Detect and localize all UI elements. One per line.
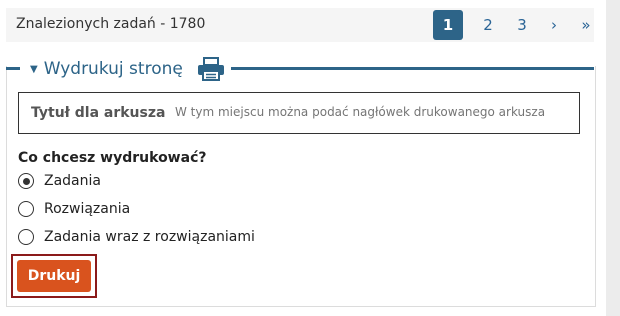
legend-line-left <box>6 67 20 70</box>
print-button[interactable]: Drukuj <box>17 260 91 292</box>
page-edge <box>606 0 620 316</box>
page-1-button[interactable]: 1 <box>433 10 463 40</box>
sheet-title-field: Tytuł dla arkusza <box>18 92 581 134</box>
caret-down-icon: ▼ <box>30 63 38 75</box>
sheet-title-label: Tytuł dla arkusza <box>31 105 166 121</box>
radio-option-zadania[interactable]: Zadania <box>18 173 101 189</box>
radio-button-checked[interactable] <box>18 173 34 189</box>
radio-button[interactable] <box>18 229 34 245</box>
radio-label: Zadania wraz z rozwiązaniami <box>44 229 255 245</box>
results-bar: Znalezionych zadań - 1780 1 2 3 › » <box>6 8 594 42</box>
radio-label: Rozwiązania <box>44 201 131 217</box>
last-page-button[interactable]: » <box>571 10 601 40</box>
sheet-title-input[interactable] <box>169 98 581 126</box>
page-3-button[interactable]: 3 <box>507 10 537 40</box>
print-section-title: Wydrukuj stronę <box>43 59 183 79</box>
radio-label: Zadania <box>44 173 101 189</box>
page-2-button[interactable]: 2 <box>473 10 503 40</box>
radio-button[interactable] <box>18 201 34 217</box>
radio-option-rozwiazania[interactable]: Rozwiązania <box>18 201 130 217</box>
printer-icon[interactable] <box>197 57 225 81</box>
results-count: Znalezionych zadań - 1780 <box>16 16 206 32</box>
next-page-button[interactable]: › <box>539 10 569 40</box>
print-section-header[interactable]: ▼ Wydrukuj stronę <box>24 56 231 82</box>
print-question: Co chcesz wydrukować? <box>18 150 207 166</box>
legend-line-right <box>214 67 594 70</box>
radio-option-zadania-z-rozwiazaniami[interactable]: Zadania wraz z rozwiązaniami <box>18 229 255 245</box>
